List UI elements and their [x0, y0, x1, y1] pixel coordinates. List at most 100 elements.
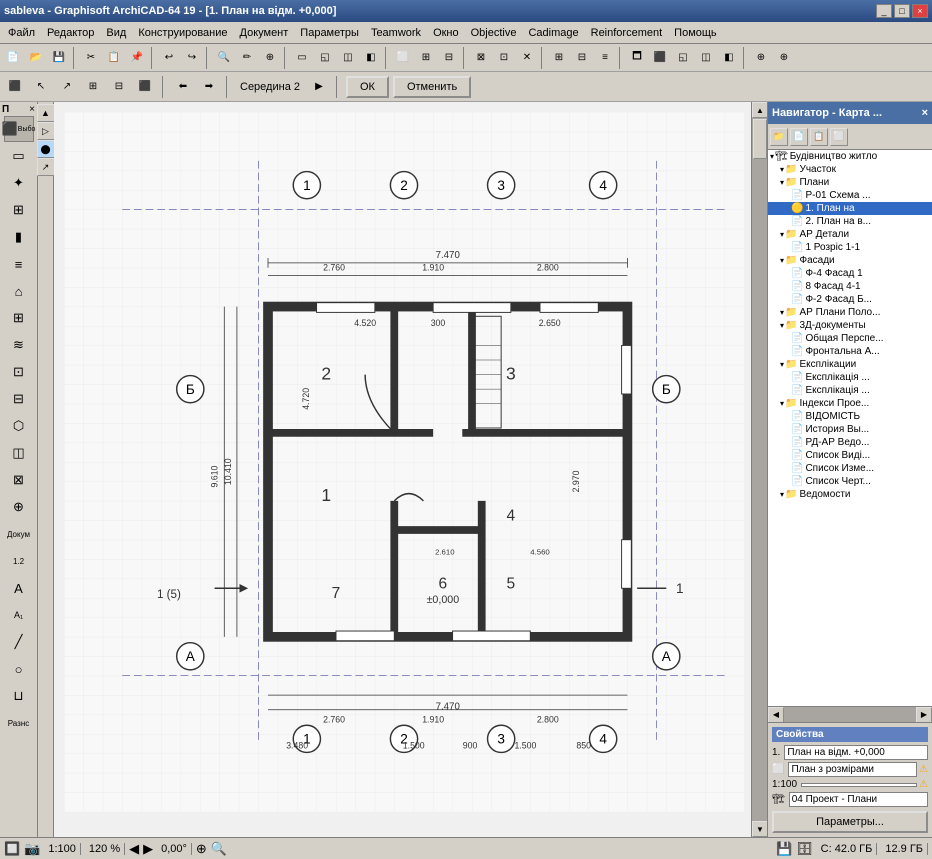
scroll-up-button[interactable]: ▲ [752, 102, 768, 118]
nav-tb-4[interactable]: ⬜ [830, 128, 848, 146]
strip-btn-active[interactable]: ⬤ [37, 140, 55, 158]
tb2-arrows2[interactable]: ➡ [198, 76, 220, 98]
maximize-button[interactable]: □ [894, 4, 910, 18]
status-db-icon[interactable]: 🗄 [796, 841, 813, 857]
tb-paste[interactable]: 📌 [126, 47, 148, 69]
tb-3d3[interactable]: ◱ [672, 47, 694, 69]
tb-3d2[interactable]: ⬛ [649, 47, 671, 69]
tb-tool1[interactable]: ⬜ [392, 47, 414, 69]
status-icon-3[interactable]: ⊕ [196, 841, 207, 857]
tb-3d1[interactable]: 🗖 [626, 47, 648, 69]
strip-btn-arrow[interactable]: ↗ [37, 158, 55, 176]
tool-roof[interactable]: ⌂ [4, 278, 34, 304]
prop-val-1[interactable]: План на відм. +0,000 [784, 745, 928, 760]
tb-tool3[interactable]: ⊟ [438, 47, 460, 69]
tree-item-21[interactable]: 📄История Вы... [768, 423, 932, 436]
tool-wand[interactable]: ✦ [4, 170, 34, 196]
menu-help[interactable]: Помощь [668, 25, 723, 41]
tool-morph[interactable]: ⊕ [4, 494, 34, 520]
tool-zone[interactable]: ◫ [4, 440, 34, 466]
canvas-area[interactable]: 1 2 3 4 1 2 3 4 Б Б А А [54, 102, 751, 837]
tb-extra1[interactable]: ⊕ [750, 47, 772, 69]
tool-line[interactable]: ╱ [4, 629, 34, 655]
nav-tb-1[interactable]: 📁 [770, 128, 788, 146]
tb-select3[interactable]: ◫ [337, 47, 359, 69]
hscroll-track[interactable] [784, 707, 916, 723]
minimize-button[interactable]: _ [876, 4, 892, 18]
tb2-4[interactable]: ⊞ [82, 76, 104, 98]
tb-layer1[interactable]: ⊞ [548, 47, 570, 69]
menu-view[interactable]: Вид [100, 25, 132, 41]
tree-item-14[interactable]: 📄Общая Перспе... [768, 332, 932, 345]
tool-window[interactable]: ⊟ [4, 386, 34, 412]
tb-view1[interactable]: ⊠ [470, 47, 492, 69]
tree-item-22[interactable]: 📄РД-АР Ведо... [768, 436, 932, 449]
close-button[interactable]: × [912, 4, 928, 18]
tree-item-25[interactable]: 📄Список Черт... [768, 475, 932, 488]
tree-item-2[interactable]: ▾📁Плани [768, 176, 932, 189]
tree-item-17[interactable]: 📄Експлікація ... [768, 371, 932, 384]
tree-item-20[interactable]: 📄ВІДОМІСТЬ [768, 410, 932, 423]
nav-tb-3[interactable]: 📋 [810, 128, 828, 146]
prop-val-4[interactable]: 04 Проект - Плани [789, 792, 928, 807]
scroll-thumb[interactable] [753, 119, 767, 159]
tb2-1[interactable]: ⬛ [4, 76, 26, 98]
menu-reinforcement[interactable]: Reinforcement [585, 25, 669, 41]
panel-close[interactable]: × [29, 104, 35, 115]
menu-document[interactable]: Документ [234, 25, 295, 41]
tb2-5[interactable]: ⊟ [108, 76, 130, 98]
tb-pencil[interactable]: ✏ [236, 47, 258, 69]
status-icon-1[interactable]: 🔲 [4, 841, 20, 857]
tb-new[interactable]: 📄 [2, 47, 24, 69]
menu-edit[interactable]: Редактор [41, 25, 100, 41]
prop-val-3[interactable] [801, 783, 917, 787]
tb-layer3[interactable]: ≡ [594, 47, 616, 69]
tool-marquee[interactable]: ▭ [4, 143, 34, 169]
tool-column[interactable]: ▮ [4, 224, 34, 250]
tool-arc[interactable]: ○ [4, 656, 34, 682]
status-nav-right[interactable]: ▶ [143, 841, 153, 857]
tb-redo[interactable]: ↪ [181, 47, 203, 69]
menu-file[interactable]: Файл [2, 25, 41, 41]
status-nav-left[interactable]: ◀ [129, 841, 139, 857]
tree-item-13[interactable]: ▾📁3Д-документы [768, 319, 932, 332]
tree-item-19[interactable]: ▾📁Індекси Прое... [768, 397, 932, 410]
params-button[interactable]: Параметры... [772, 811, 928, 833]
tool-stair[interactable]: ≋ [4, 332, 34, 358]
navigator-tree[interactable]: ▾🏗Будівництво житло▾📁Участок▾📁Плани📄Р-01… [768, 150, 932, 706]
tool-section[interactable]: Докум [4, 521, 34, 547]
tool-fill[interactable]: ⊔ [4, 683, 34, 709]
tree-item-18[interactable]: 📄Експлікація ... [768, 384, 932, 397]
menu-params[interactable]: Параметры [294, 25, 365, 41]
tree-item-24[interactable]: 📄Список Изме... [768, 462, 932, 475]
tool-select[interactable]: ⬛Выбо [4, 116, 34, 142]
menu-objective[interactable]: Objective [465, 25, 523, 41]
tb-tool2[interactable]: ⊞ [415, 47, 437, 69]
cancel-button[interactable]: Отменить [393, 76, 471, 98]
tb-cut[interactable]: ✂ [80, 47, 102, 69]
tool-dim[interactable]: 1.2 [4, 548, 34, 574]
menu-window[interactable]: Окно [427, 25, 465, 41]
tool-door[interactable]: ⊡ [4, 359, 34, 385]
menu-cadimage[interactable]: Cadimage [522, 25, 584, 41]
tb2-arrows[interactable]: ⬅ [172, 76, 194, 98]
tb2-3[interactable]: ↗ [56, 76, 78, 98]
tb-3d5[interactable]: ◧ [718, 47, 740, 69]
tree-item-5[interactable]: 📄2. План на в... [768, 215, 932, 228]
tool-misc[interactable]: Разнс [4, 710, 34, 736]
tool-object[interactable]: ⬡ [4, 413, 34, 439]
tree-item-7[interactable]: 📄1 Розріс 1-1 [768, 241, 932, 254]
tool-beam[interactable]: ⊠ [4, 467, 34, 493]
nav-horizontal-scrollbar[interactable]: ◀ ▶ [768, 706, 932, 722]
tree-item-12[interactable]: ▾📁АР Плани Поло... [768, 306, 932, 319]
tb-open[interactable]: 📂 [25, 47, 47, 69]
tb2-2[interactable]: ↖ [30, 76, 52, 98]
hscroll-right[interactable]: ▶ [916, 707, 932, 723]
tb-select4[interactable]: ◧ [360, 47, 382, 69]
tree-item-26[interactable]: ▾📁Ведомости [768, 488, 932, 501]
tool-mesh[interactable]: ⊞ [4, 305, 34, 331]
menu-teamwork[interactable]: Teamwork [365, 25, 427, 41]
tb-pointer[interactable]: ⊕ [259, 47, 281, 69]
tool-slab[interactable]: ≡ [4, 251, 34, 277]
tb-extra2[interactable]: ⊕ [773, 47, 795, 69]
